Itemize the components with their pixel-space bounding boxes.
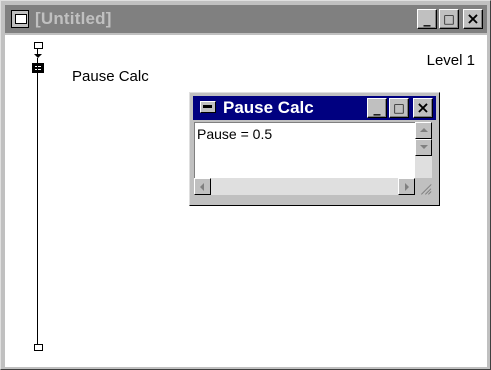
pause-calc-window: Pause Calc _ □ × Pause = 0.5: [189, 92, 440, 206]
calc-icon-label[interactable]: Pause Calc: [72, 68, 149, 85]
close-button[interactable]: ×: [463, 9, 483, 29]
calculation-text: Pause = 0.5: [197, 126, 273, 142]
flow-arrow-icon: [34, 54, 42, 58]
maximize-button[interactable]: □: [389, 98, 409, 118]
vertical-scrollbar[interactable]: [415, 122, 432, 178]
scroll-left-button[interactable]: [194, 178, 211, 195]
minimize-button[interactable]: _: [367, 98, 387, 118]
level-label: Level 1: [426, 52, 475, 69]
scroll-up-button[interactable]: [415, 122, 432, 139]
scroll-down-button[interactable]: [415, 139, 432, 156]
arrow-down-icon: [420, 145, 428, 149]
system-menu-icon[interactable]: [200, 101, 216, 113]
system-menu-icon[interactable]: [11, 10, 29, 28]
arrow-right-icon: [405, 183, 409, 191]
horizontal-scrollbar[interactable]: [194, 178, 415, 195]
pause-calc-title: Pause Calc: [223, 98, 314, 117]
arrow-left-icon: [200, 183, 204, 191]
flowline: [37, 58, 38, 346]
flowline-end-marker: [34, 344, 43, 351]
window-title: [Untitled]: [35, 9, 112, 28]
resize-grip-icon[interactable]: [415, 178, 432, 195]
close-button[interactable]: ×: [413, 98, 433, 118]
maximize-button[interactable]: □: [439, 9, 459, 29]
minimize-button[interactable]: _: [417, 9, 437, 29]
flowline-start-marker: [34, 42, 43, 49]
scroll-right-button[interactable]: [398, 178, 415, 195]
calculation-icon[interactable]: [32, 63, 44, 73]
main-window-titlebar[interactable]: [Untitled] _ □ ×: [5, 5, 487, 33]
calculation-text-editor[interactable]: Pause = 0.5: [194, 122, 415, 178]
arrow-up-icon: [420, 128, 428, 132]
pause-calc-titlebar[interactable]: Pause Calc _ □ ×: [193, 96, 436, 120]
